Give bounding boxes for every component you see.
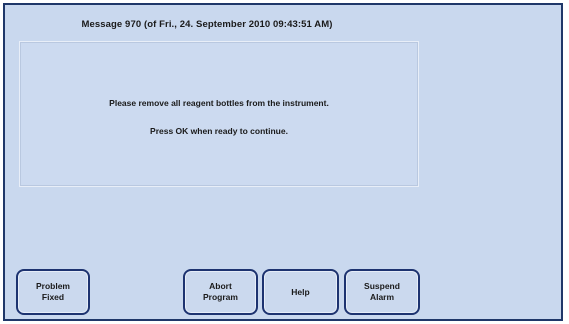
suspend-alarm-label-2: Alarm (369, 292, 395, 302)
message-screen: Message 970 (of Fri., 24. September 2010… (3, 3, 563, 321)
abort-program-label-1: Abort (209, 281, 232, 291)
message-line-1: Please remove all reagent bottles from t… (109, 98, 329, 108)
abort-program-button[interactable]: Abort Program (183, 269, 258, 315)
help-button[interactable]: Help (262, 269, 339, 315)
help-label: Help (291, 286, 310, 297)
suspend-alarm-button[interactable]: Suspend Alarm (344, 269, 420, 315)
problem-fixed-label-2: Fixed (41, 292, 65, 302)
problem-fixed-button[interactable]: Problem Fixed (16, 269, 90, 315)
message-line-2: Press OK when ready to continue. (150, 126, 288, 136)
message-title: Message 970 (of Fri., 24. September 2010… (81, 19, 333, 30)
abort-program-label-2: Program (203, 292, 238, 302)
problem-fixed-label-1: Problem (35, 281, 70, 291)
suspend-alarm-label-1: Suspend (364, 281, 400, 291)
message-panel: Please remove all reagent bottles from t… (19, 41, 419, 187)
